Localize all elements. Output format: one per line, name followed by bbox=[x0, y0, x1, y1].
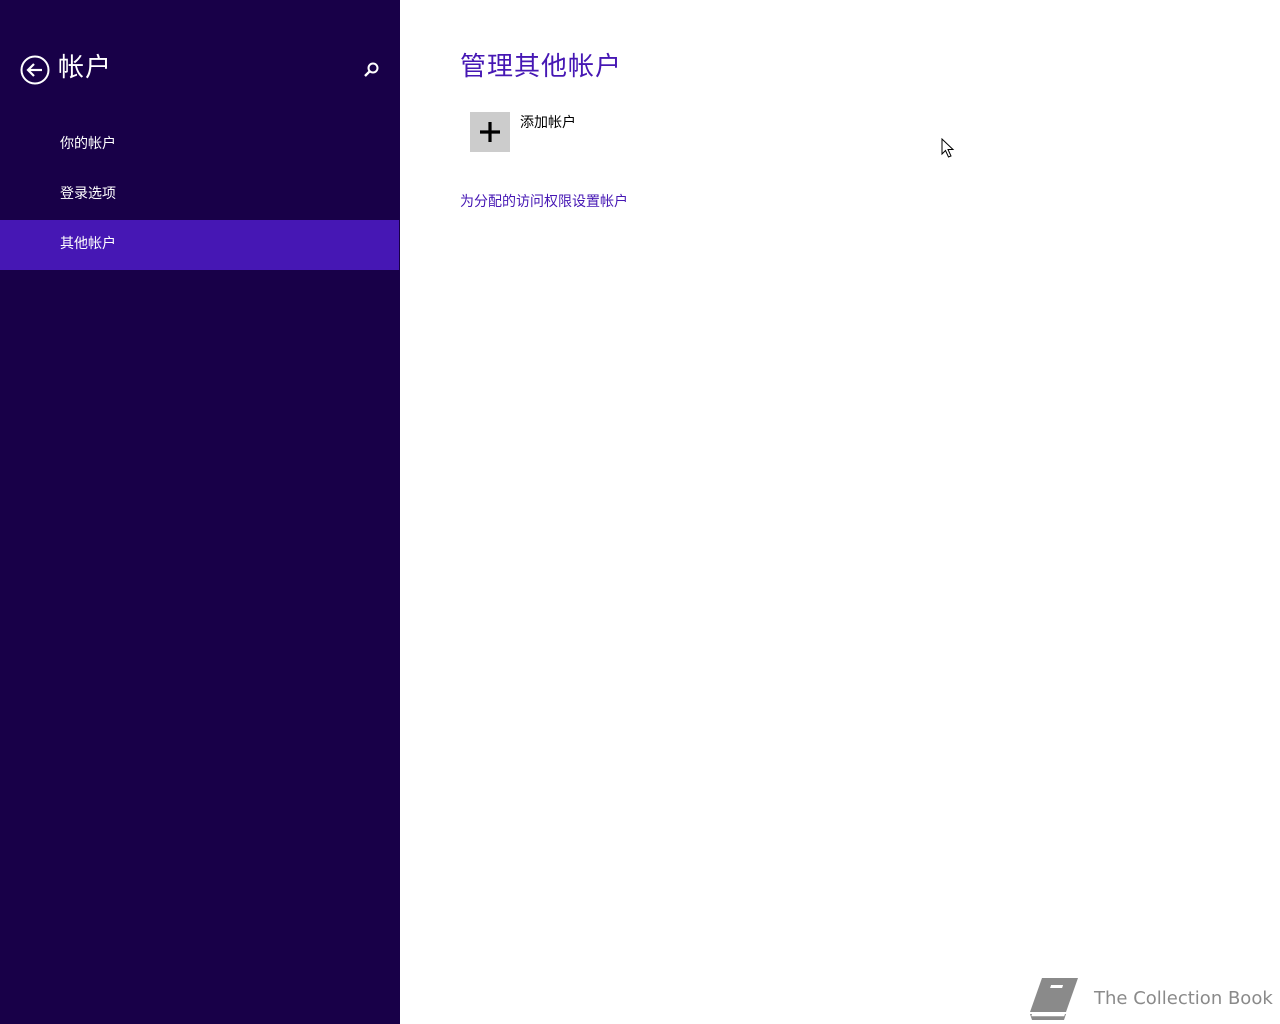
back-button[interactable] bbox=[20, 55, 50, 85]
search-icon bbox=[364, 62, 379, 77]
plus-icon bbox=[480, 122, 500, 142]
watermark: The Collection Book bbox=[1028, 976, 1273, 1022]
mouse-cursor-icon bbox=[941, 138, 955, 158]
sidebar: 帐户 你的帐户 登录选项 其他帐户 bbox=[0, 0, 400, 1024]
sidebar-title: 帐户 bbox=[58, 53, 113, 83]
assigned-access-link[interactable]: 为分配的访问权限设置帐户 bbox=[460, 192, 628, 212]
sidebar-item-label: 登录选项 bbox=[60, 186, 116, 202]
add-account-label: 添加帐户 bbox=[520, 115, 576, 131]
sidebar-item-label: 你的帐户 bbox=[60, 136, 116, 152]
search-button[interactable] bbox=[360, 59, 382, 81]
watermark-text: The Collection Book bbox=[1094, 988, 1273, 1009]
sidebar-item-sign-in-options[interactable]: 登录选项 bbox=[0, 170, 400, 220]
sidebar-item-your-account[interactable]: 你的帐户 bbox=[0, 120, 400, 170]
sidebar-item-label: 其他帐户 bbox=[60, 236, 116, 252]
add-account-tile[interactable] bbox=[470, 112, 510, 152]
sidebar-item-other-accounts[interactable]: 其他帐户 bbox=[0, 220, 399, 270]
sidebar-nav: 你的帐户 登录选项 其他帐户 bbox=[0, 120, 400, 270]
settings-app: 帐户 你的帐户 登录选项 其他帐户 管理其他帐户 添加帐户 为分配的访问权限设置… bbox=[0, 0, 1280, 1024]
back-arrow-circle-icon bbox=[20, 55, 50, 85]
page-title: 管理其他帐户 bbox=[460, 52, 623, 82]
sidebar-header: 帐户 bbox=[0, 50, 400, 90]
main-content: 管理其他帐户 添加帐户 为分配的访问权限设置帐户 bbox=[400, 0, 1280, 1024]
book-icon bbox=[1030, 978, 1078, 1020]
